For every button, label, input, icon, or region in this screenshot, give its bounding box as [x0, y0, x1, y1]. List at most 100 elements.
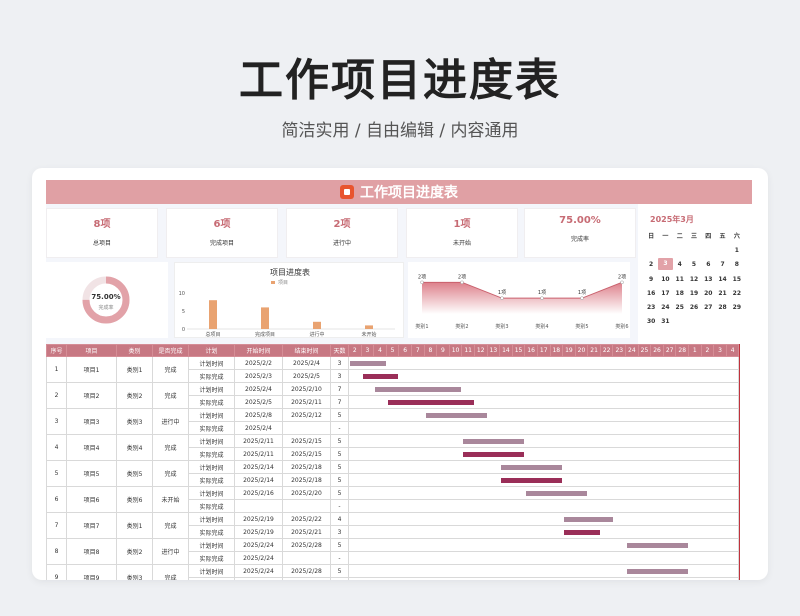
actual-start	[234, 577, 283, 580]
calendar-day: 16	[646, 290, 656, 297]
day-header: 22	[599, 344, 614, 357]
plan-bar	[627, 569, 689, 574]
calendar-day	[687, 317, 701, 326]
project-name: 项目7	[66, 512, 117, 539]
gantt-cell	[347, 447, 740, 461]
project-category: 类别2	[116, 538, 153, 565]
gantt-cell	[347, 486, 740, 500]
actual-end: 2025/2/5	[282, 369, 331, 383]
area-point	[540, 296, 544, 300]
actual-bar	[362, 374, 399, 379]
table-row: 9 项目9 类别3 完成 计划时间 2025/2/24 2025/2/28 5	[46, 564, 740, 580]
project-name: 项目1	[66, 356, 117, 383]
gantt-cell	[347, 473, 740, 487]
day-header: 10	[448, 344, 463, 357]
stat-value: 75.00%	[559, 215, 601, 226]
day-header: 1	[688, 344, 702, 357]
data-label: 1项	[538, 290, 546, 296]
category-area-chart: 2项 类别1 2项 类别2 1项 类别3 1项 类别4 1项 类别5 2项 类别6	[408, 262, 630, 338]
calendar-day: 1	[734, 247, 739, 254]
calendar-day	[730, 317, 744, 326]
title-banner: 工作项目进度表	[46, 180, 752, 204]
calendar-day: 22	[732, 290, 742, 297]
legend-label: 项目	[278, 280, 288, 286]
calendar-day: 2	[649, 261, 654, 268]
actual-start: 2025/2/3	[234, 369, 283, 383]
gantt-cell	[347, 421, 740, 435]
actual-label: 实际完成	[188, 395, 235, 409]
project-status: 完成	[152, 434, 189, 461]
gantt-cell	[347, 525, 740, 539]
day-header: 24	[625, 344, 639, 357]
actual-end	[282, 421, 331, 435]
calendar-day: 7	[720, 261, 725, 268]
project-name: 项目8	[66, 538, 117, 565]
calendar-day: 8	[734, 261, 739, 268]
stat-label: 完成项目	[209, 240, 234, 247]
row-number: 5	[46, 460, 67, 487]
plan-label: 计划时间	[188, 434, 235, 448]
today-marker-line	[739, 344, 740, 580]
area-point	[420, 280, 424, 285]
project-name: 项目5	[66, 460, 117, 487]
calendar-grid: 日一二三四五六 1 2 3 4 5 6 7 8 9 10 11 12 13 14 15 16 17 18 19 20 21…	[644, 232, 744, 326]
table-row: 6 项目6 类别6 未开始 计划时间 2025/2/16 2025/2/20 5	[46, 486, 740, 513]
project-status: 进行中	[152, 408, 189, 435]
actual-bar	[463, 452, 525, 457]
table-row: 5 项目5 类别5 完成 计划时间 2025/2/14 2025/2/18 5	[46, 460, 740, 487]
x-tick-label: 类别2	[455, 323, 468, 330]
plan-end: 2025/2/18	[282, 460, 331, 474]
plan-bar	[350, 361, 386, 366]
calendar-day: 4	[677, 261, 682, 268]
gantt-cell	[347, 512, 740, 526]
actual-end: 2025/2/11	[282, 395, 331, 409]
project-category: 类别1	[116, 356, 153, 383]
plan-days: 5	[330, 408, 349, 422]
calendar-day: 23	[646, 304, 656, 311]
table-row: 2 项目2 类别2 完成 计划时间 2025/2/4 2025/2/10 7	[46, 382, 740, 409]
plan-bar	[526, 491, 588, 496]
actual-label: 实际完成	[188, 577, 235, 580]
day-header: 3	[360, 344, 375, 357]
x-tick-label: 总项目	[205, 331, 220, 338]
day-header: 13	[486, 344, 501, 357]
area-point	[580, 296, 584, 300]
calendar-weekday: 一	[662, 233, 669, 240]
calendar-weekday: 五	[719, 233, 726, 240]
project-status: 完成	[152, 460, 189, 487]
stat-card: 2项 进行中	[286, 208, 398, 258]
actual-start	[234, 499, 283, 513]
data-label: 1项	[498, 290, 506, 296]
calendar-day: 27	[704, 304, 713, 311]
gantt-cell	[347, 564, 740, 578]
day-header: 3	[713, 344, 727, 357]
calendar-day	[715, 317, 729, 326]
plan-end: 2025/2/4	[282, 356, 331, 370]
calendar-day	[673, 246, 687, 255]
y-tick-label: 10	[179, 291, 185, 297]
stat-label: 进行中	[332, 240, 351, 247]
actual-days: -	[330, 551, 349, 565]
project-name: 项目4	[66, 434, 117, 461]
actual-label: 实际完成	[188, 447, 235, 461]
calendar-day: 13	[704, 276, 713, 283]
gantt-cell	[347, 408, 740, 422]
calendar-weekday: 四	[705, 233, 712, 240]
area-point	[500, 296, 504, 300]
plan-end: 2025/2/20	[282, 486, 331, 500]
table-row: 4 项目4 类别4 完成 计划时间 2025/2/11 2025/2/15 5	[46, 434, 740, 461]
table-row: 1 项目1 类别1 完成 计划时间 2025/2/2 2025/2/4 3	[46, 356, 740, 383]
spreadsheet: 工作项目进度表 8项 总项目 6项 完成项目 2项 进行中 1项 未开始 75.00% 完成率 2…	[46, 180, 752, 580]
data-label: 2项	[618, 274, 626, 280]
gantt-cell	[347, 577, 740, 580]
day-header: 21	[587, 344, 601, 357]
stat-value: 8项	[93, 219, 111, 230]
calendar-day: 25	[675, 304, 684, 311]
gantt-cell	[347, 551, 740, 565]
area-point	[620, 280, 624, 285]
plan-start: 2025/2/24	[234, 564, 283, 578]
row-number: 9	[46, 564, 67, 580]
actual-start: 2025/2/11	[234, 447, 283, 461]
actual-label: 实际完成	[188, 525, 235, 539]
day-header: 15	[511, 344, 526, 357]
